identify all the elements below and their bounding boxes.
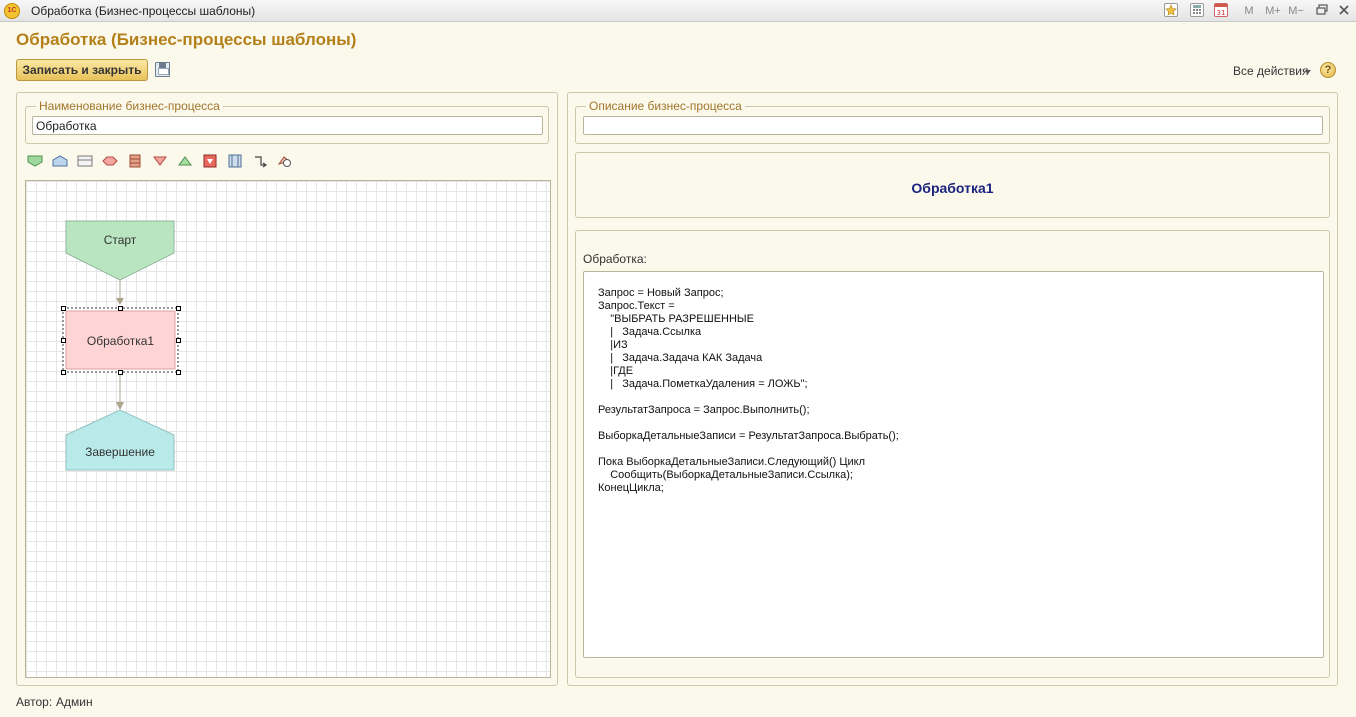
split-point-icon[interactable] (152, 154, 168, 168)
code-group: Обработка: Запрос = Новый Запрос; Запрос.… (575, 230, 1330, 678)
name-input[interactable] (32, 116, 543, 135)
window-titlebar: 1С Обработка (Бизнес-процессы шаблоны) 3… (0, 0, 1356, 22)
form-title: Обработка (Бизнес-процессы шаблоны) (16, 30, 357, 49)
end-point-icon[interactable] (202, 154, 218, 168)
resize-handle[interactable] (61, 306, 66, 311)
arrow-head-icon (116, 402, 124, 410)
code-line: Запрос = Новый Запрос; (598, 287, 724, 299)
code-line: ВыборкаДетальныеЗаписи = РезультатЗапрос… (598, 430, 899, 442)
window-title: Обработка (Бизнес-процессы шаблоны) (31, 4, 256, 18)
merge-point-icon[interactable] (177, 154, 193, 168)
save-and-close-button[interactable]: Записать и закрыть (16, 59, 148, 81)
action-point-icon[interactable] (77, 154, 93, 168)
processing-point-icon[interactable] (227, 154, 243, 168)
code-line: КонецЦикла; (598, 482, 664, 494)
author-value: Админ (56, 695, 93, 709)
connector-icon[interactable] (252, 154, 268, 168)
description-input[interactable] (583, 116, 1323, 135)
help-icon[interactable]: ? (1320, 62, 1336, 78)
code-line: | Задача.Задача КАК Задача (598, 352, 763, 364)
code-line: "ВЫБРАТЬ РАЗРЕШЕННЫЕ (598, 313, 755, 325)
end-node-label: Завершение (85, 445, 155, 459)
start-node-label: Старт (103, 233, 137, 247)
arrow-head-icon (116, 298, 124, 305)
description-legend: Описание бизнес-процесса (586, 99, 745, 113)
decoration-icon[interactable] (277, 154, 293, 168)
condition-point-icon[interactable] (102, 154, 118, 168)
restore-window-icon[interactable] (1315, 3, 1329, 17)
code-line: |ГДЕ (598, 365, 634, 377)
calculator-icon[interactable] (1190, 3, 1204, 17)
code-line: Пока ВыборкаДетальныеЗаписи.Следующий() … (598, 456, 866, 468)
chevron-down-icon[interactable] (1305, 70, 1311, 74)
name-legend: Наименование бизнес-процесса (36, 99, 223, 113)
all-actions-menu[interactable]: Все действия (1233, 64, 1308, 78)
route-point-icon[interactable] (52, 154, 68, 168)
start-point-icon[interactable] (27, 154, 43, 168)
end-node[interactable] (65, 409, 175, 471)
selection-point-icon[interactable] (127, 154, 143, 168)
resize-handle[interactable] (118, 306, 123, 311)
block-title: Обработка1 (911, 180, 994, 196)
svg-text:31: 31 (1217, 9, 1226, 16)
author-label: Автор: (16, 695, 53, 709)
app-1c-icon: 1С (4, 3, 20, 19)
block-header: Обработка1 (575, 152, 1330, 218)
code-line: | Задача.Ссылка (598, 326, 702, 338)
resize-handle[interactable] (176, 338, 181, 343)
resize-handle[interactable] (176, 306, 181, 311)
memory-minus-button[interactable]: M− (1285, 3, 1307, 19)
calendar-icon[interactable]: 31 (1214, 3, 1228, 17)
memory-plus-button[interactable]: M+ (1262, 3, 1284, 19)
code-line: | Задача.ПометкаУдаления = ЛОЖЬ"; (598, 378, 808, 390)
code-label: Обработка: (583, 252, 647, 266)
save-icon[interactable] (155, 62, 170, 77)
code-editor[interactable]: Запрос = Новый Запрос; Запрос.Текст = "ВЫ… (583, 271, 1324, 658)
code-line: РезультатЗапроса = Запрос.Выполнить(); (598, 404, 810, 416)
memory-m-button[interactable]: M (1242, 3, 1256, 19)
code-line: |ИЗ (598, 339, 628, 351)
close-window-icon[interactable] (1337, 3, 1351, 17)
code-line: Сообщить(ВыборкаДетальныеЗаписи.Ссылка); (598, 469, 853, 481)
diagram-svg (62, 220, 179, 471)
favorites-icon[interactable] (1164, 3, 1178, 17)
diagram-canvas[interactable]: Старт Обработка1 Завершение (25, 180, 551, 678)
resize-handle[interactable] (61, 338, 66, 343)
resize-handle[interactable] (118, 370, 123, 375)
processing-node-label: Обработка1 (86, 334, 155, 348)
resize-handle[interactable] (176, 370, 181, 375)
resize-handle[interactable] (61, 370, 66, 375)
code-line: Запрос.Текст = (598, 300, 675, 312)
start-node[interactable] (65, 220, 175, 281)
